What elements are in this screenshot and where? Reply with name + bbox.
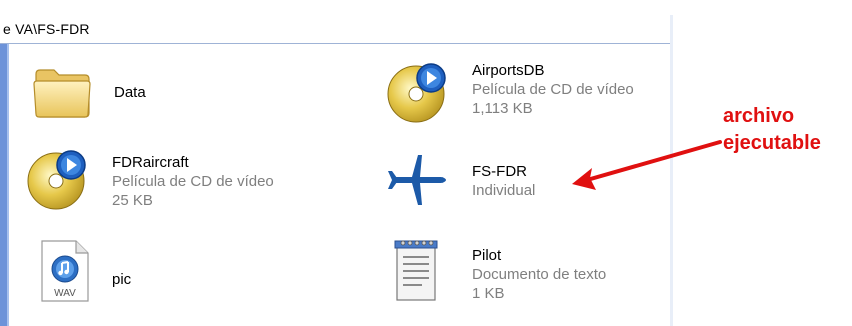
vcd-disc-icon: [386, 60, 450, 124]
airplane-icon: [386, 147, 450, 211]
annotation-label: archivo ejecutable: [723, 103, 821, 157]
vcd-disc-icon: [26, 147, 90, 211]
file-size: 25 KB: [112, 192, 153, 209]
folder-icon: [30, 60, 94, 124]
file-item-data[interactable]: Data: [30, 58, 330, 128]
file-type: Película de CD de vídeo: [472, 81, 634, 98]
file-type: Individual: [472, 182, 536, 199]
file-item-fdraircraft[interactable]: FDRaircraft Película de CD de vídeo 25 K…: [26, 145, 346, 215]
wav-file-icon: WAV: [40, 239, 104, 303]
file-size: 1,113 KB: [472, 100, 533, 117]
file-item-airportsdb[interactable]: AirportsDB Película de CD de vídeo 1,113…: [386, 58, 666, 128]
file-name: Data: [114, 84, 146, 101]
address-path: e VA\FS-FDR: [3, 21, 90, 37]
svg-text:WAV: WAV: [54, 288, 76, 299]
file-name: AirportsDB: [472, 62, 545, 79]
annotation-line-1: archivo: [723, 105, 795, 127]
annotation-arrow: [572, 140, 722, 190]
left-pane-border-inner: [7, 44, 9, 326]
notepad-icon: [392, 238, 456, 302]
file-name: FS-FDR: [472, 163, 527, 180]
annotation-line-2: ejecutable: [723, 132, 821, 154]
window-top-strip: [0, 0, 673, 16]
left-pane-border: [0, 44, 7, 326]
file-item-pilot[interactable]: Pilot Documento de texto 1 KB: [392, 238, 652, 313]
file-item-pic[interactable]: WAV pic: [40, 239, 320, 309]
file-type: Documento de texto: [472, 266, 607, 283]
file-name: Pilot: [472, 247, 502, 264]
address-bar[interactable]: e VA\FS-FDR: [0, 15, 673, 44]
file-size: 1 KB: [472, 285, 505, 302]
file-name: FDRaircraft: [112, 154, 189, 171]
file-type: Película de CD de vídeo: [112, 173, 274, 190]
file-name: pic: [112, 271, 132, 288]
